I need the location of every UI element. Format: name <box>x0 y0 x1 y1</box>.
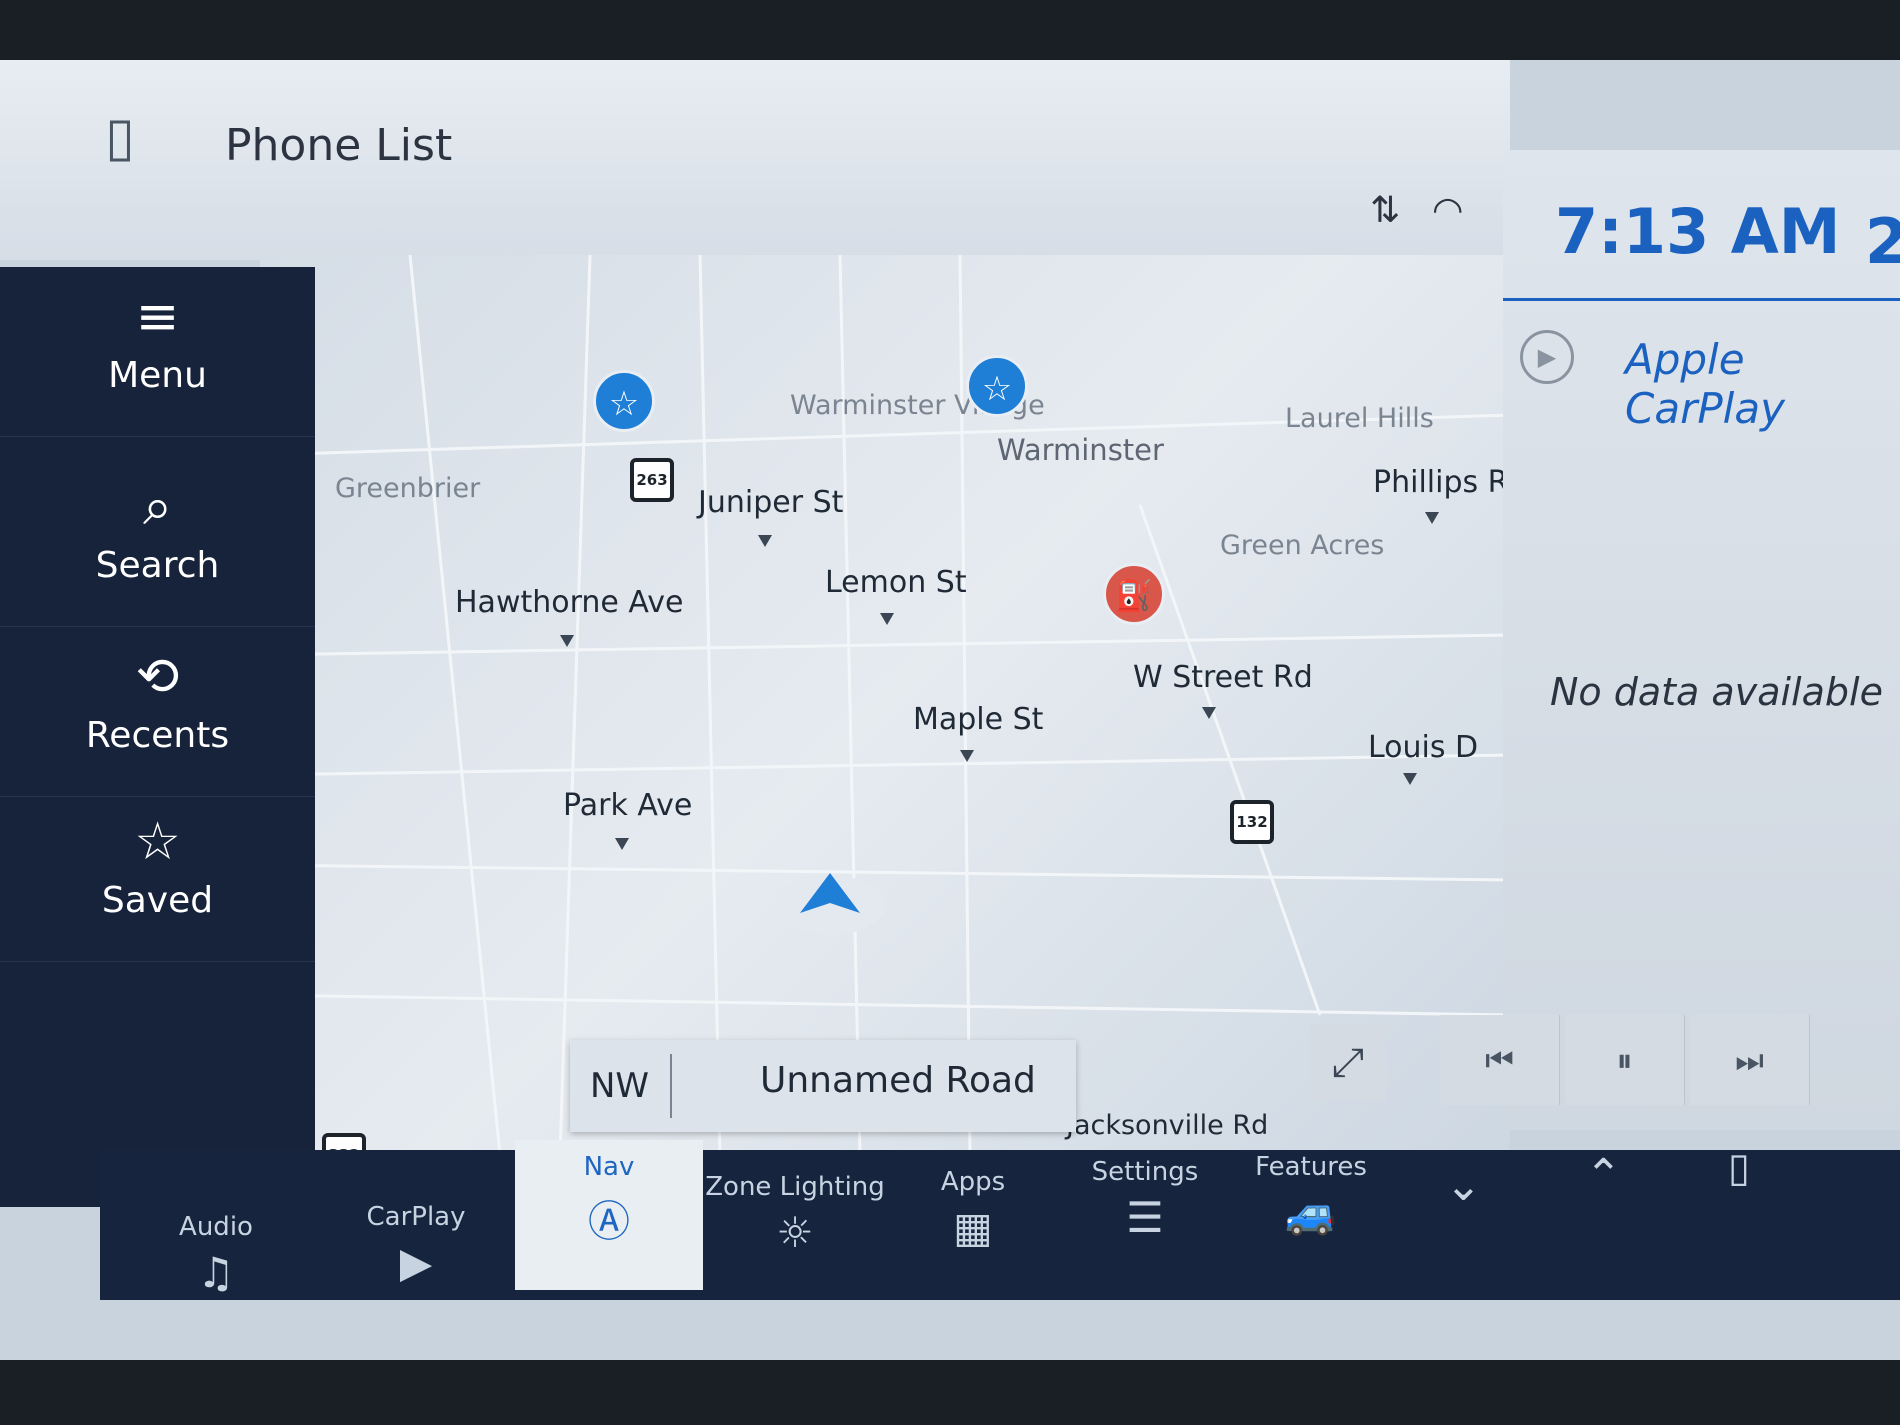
carplay-panel <box>1503 150 1900 1130</box>
sidebar-item-label: Recents <box>85 715 230 756</box>
next-track-button[interactable]: ⏭ <box>1690 1015 1810 1105</box>
tab-features[interactable]: Features 🚙 <box>1226 1140 1396 1280</box>
chevron-up-icon[interactable]: ⌃ <box>1585 1150 1622 1201</box>
tab-label: Settings <box>1091 1157 1199 1187</box>
fullscreen-expand-icon[interactable]: ⤢ <box>1310 1025 1386 1101</box>
music-note-icon: ♫ <box>197 1248 235 1297</box>
no-data-message: No data available <box>1550 670 1883 714</box>
tab-label: Audio <box>179 1212 253 1242</box>
current-road-name: Unnamed Road <box>760 1060 1036 1101</box>
divider <box>670 1054 672 1118</box>
tab-apps[interactable]: Apps ▦ <box>888 1155 1058 1295</box>
street-label: Hawthorne Ave <box>455 585 684 620</box>
phone-list-icon[interactable]: ▯ <box>105 105 135 168</box>
truck-icon: 🚙 <box>1284 1188 1338 1237</box>
carplay-play-icon: ▶ <box>1520 330 1574 384</box>
street-marker <box>1403 773 1417 785</box>
sidebar-item-label: Menu <box>108 355 207 396</box>
street-marker <box>615 838 629 850</box>
fuel-station-icon[interactable]: ⛽ <box>1103 563 1165 625</box>
street-marker <box>960 750 974 762</box>
tab-audio[interactable]: Audio ♫ <box>131 1200 301 1340</box>
navigation-compass-icon: ⇅ <box>1370 190 1401 231</box>
tab-label: CarPlay <box>366 1202 466 1232</box>
street-label: Louis D <box>1368 730 1479 765</box>
sidebar-item-menu[interactable]: ≡ Menu <box>0 267 315 437</box>
nav-sidebar: ≡ Menu ⌕ Search ⟲ Recents ☆ Saved <box>0 267 315 1207</box>
street-label: Juniper St <box>698 485 844 520</box>
menu-icon: ≡ <box>135 287 180 347</box>
street-marker <box>560 635 574 647</box>
tab-label: Apps <box>940 1167 1006 1197</box>
current-location-arrow-icon <box>775 873 885 935</box>
tab-label: Nav <box>583 1152 635 1182</box>
search-icon: ⌕ <box>142 477 173 537</box>
route-shield: 263 <box>630 458 674 502</box>
previous-track-button[interactable]: ⏮ <box>1440 1015 1560 1105</box>
carplay-title[interactable]: Apple CarPlay <box>1625 335 1900 433</box>
wifi-icon: ◠ <box>1432 190 1464 231</box>
area-label: Greenbrier <box>335 473 481 504</box>
phone-icon[interactable]: ▯ <box>1728 1145 1750 1191</box>
chevron-down-icon[interactable]: ⌄ <box>1445 1160 1482 1211</box>
sidebar-item-search[interactable]: ⌕ Search <box>0 457 315 627</box>
street-label: Park Ave <box>563 788 693 823</box>
carplay-icon: ▶ <box>399 1238 433 1287</box>
street-marker <box>758 535 772 547</box>
street-label: Maple St <box>913 702 1044 737</box>
pause-button[interactable]: ⏸ <box>1565 1015 1685 1105</box>
street-label: Phillips R <box>1373 465 1509 500</box>
tab-settings[interactable]: Settings ☰ <box>1060 1145 1230 1285</box>
street-marker <box>880 613 894 625</box>
area-label: Warminster <box>997 433 1164 467</box>
street-label: Jacksonville Rd <box>1066 1110 1269 1141</box>
favorite-star-icon[interactable]: ☆ <box>593 370 655 432</box>
heading-indicator: NW <box>590 1066 650 1106</box>
favorite-star-icon[interactable]: ☆ <box>966 355 1028 417</box>
divider <box>1503 298 1900 301</box>
tab-nav[interactable]: Nav Ⓐ <box>515 1140 703 1290</box>
street-label: Lemon St <box>825 565 967 600</box>
tab-label: Features <box>1255 1152 1367 1182</box>
apps-grid-icon: ▦ <box>953 1203 993 1252</box>
route-shield: 132 <box>1230 800 1274 844</box>
area-label: Laurel Hills <box>1285 403 1434 434</box>
tab-zone-lighting[interactable]: Zone Lighting ☼ <box>700 1160 890 1300</box>
area-label: Green Acres <box>1220 530 1385 561</box>
sidebar-item-label: Saved <box>101 880 214 921</box>
settings-sliders-icon: ☰ <box>1126 1193 1164 1242</box>
clock: 7:13 AM <box>1555 195 1841 268</box>
navigation-icon: Ⓐ <box>587 1197 630 1246</box>
street-marker <box>1425 512 1439 524</box>
sidebar-item-label: Search <box>95 545 220 586</box>
clock-history-icon: ⟲ <box>135 647 180 707</box>
star-icon: ☆ <box>134 812 181 872</box>
tab-label: Zone Lighting <box>705 1172 885 1202</box>
street-marker <box>1202 707 1216 719</box>
tab-carplay[interactable]: CarPlay ▶ <box>331 1190 501 1330</box>
sidebar-item-saved[interactable]: ☆ Saved <box>0 792 315 962</box>
sidebar-item-recents[interactable]: ⟲ Recents <box>0 627 315 797</box>
page-title[interactable]: Phone List <box>225 120 452 171</box>
current-road-bar: NW Unnamed Road <box>570 1040 1076 1132</box>
street-label: W Street Rd <box>1133 660 1313 695</box>
clock-extra: 2 <box>1865 205 1900 278</box>
lighting-icon: ☼ <box>776 1208 814 1257</box>
map-view[interactable]: Rd Greenbrier Warminster Village Warmins… <box>260 255 1510 1155</box>
